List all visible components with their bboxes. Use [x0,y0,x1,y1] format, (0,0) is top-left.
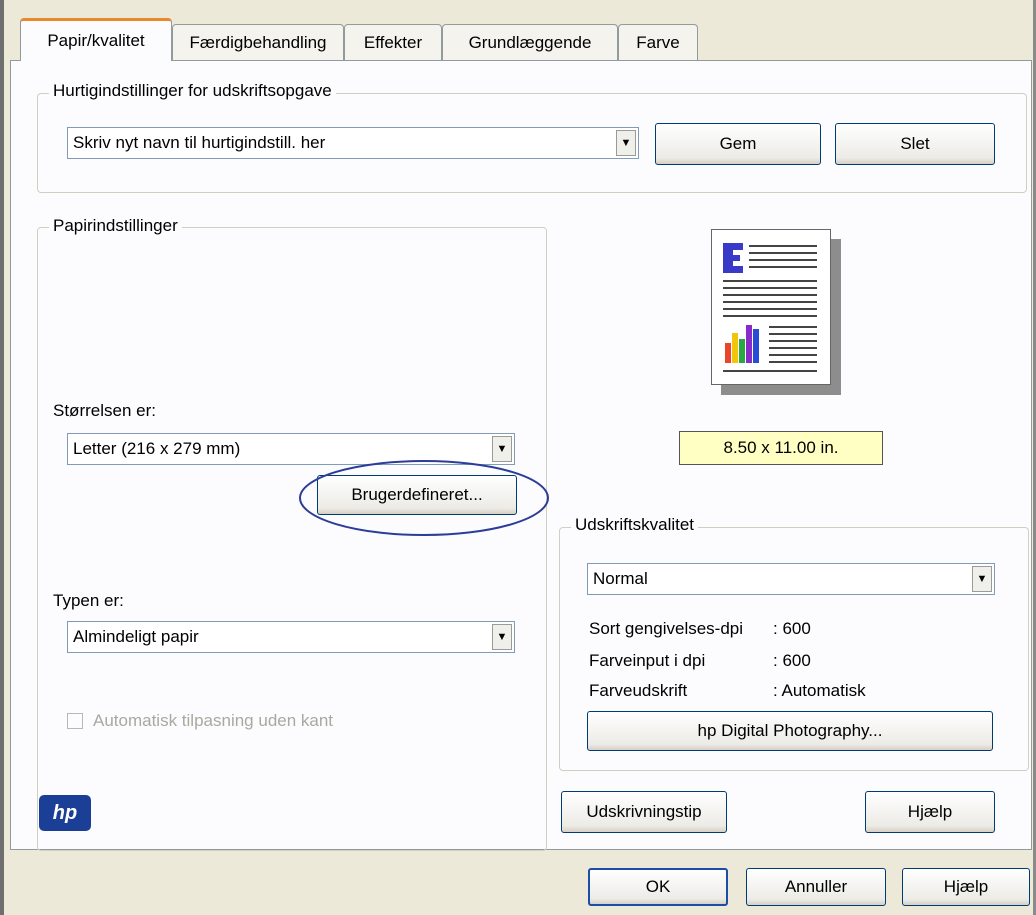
quick-settings-value: Skriv nyt navn til hurtigindstill. her [73,133,326,152]
dialog-help-button[interactable]: Hjælp [902,868,1030,906]
tab-page: Hurtigindstillinger for udskriftsopgave … [10,60,1032,851]
quality-row-value: : 600 [773,619,811,638]
type-label: Typen er: [53,591,124,610]
delete-button[interactable]: Slet [835,123,995,165]
page-preview-icon [711,229,831,385]
quality-row-key: Farveudskrift [589,681,688,700]
page-dimensions-text: 8.50 x 11.00 in. [723,438,839,457]
paper-settings-title: Papirindstillinger [49,216,182,236]
tab-grundlaeggende[interactable]: Grundlæggende [442,24,618,60]
paper-settings-group [37,227,547,851]
print-tips-button[interactable]: Udskrivningstip [561,791,727,833]
delete-button-label: Slet [900,134,930,153]
hp-digital-photography-button[interactable]: hp Digital Photography... [587,711,993,751]
chevron-down-icon[interactable]: ▼ [616,130,636,156]
quality-row-value: : Automatisk [773,681,866,700]
cancel-button-label: Annuller [784,877,848,896]
print-quality-combo[interactable]: Normal ▼ [587,563,995,595]
borderless-checkbox[interactable] [67,713,83,729]
cancel-button[interactable]: Annuller [746,868,886,906]
save-button-label: Gem [719,134,757,153]
help-button-label: Hjælp [907,802,953,821]
print-quality-title: Udskriftskvalitet [571,515,699,535]
tab-label: Færdigbehandling [189,32,327,52]
quick-settings-combo[interactable]: Skriv nyt navn til hurtigindstill. her ▼ [67,127,639,159]
tab-label: Grundlæggende [468,32,592,52]
tab-label: Effekter [363,32,423,52]
hp-digital-photography-label: hp Digital Photography... [697,721,883,740]
print-quality-value: Normal [593,569,648,588]
tab-farve[interactable]: Farve [618,24,698,60]
tab-faerdigbehandling[interactable]: Færdigbehandling [172,24,344,60]
chevron-down-icon[interactable]: ▼ [492,624,512,650]
chevron-down-icon[interactable]: ▼ [972,566,992,592]
save-button[interactable]: Gem [655,123,821,165]
help-button[interactable]: Hjælp [865,791,995,833]
tab-papir-kvalitet[interactable]: Papir/kvalitet [20,18,172,61]
quick-settings-title: Hurtigindstillinger for udskriftsopgave [49,81,336,101]
tab-effekter[interactable]: Effekter [344,24,442,60]
quality-row-key: Farveinput i dpi [589,651,706,670]
hp-logo: hp [39,795,91,831]
paper-type-value: Almindeligt papir [73,627,199,646]
quality-row-value: : 600 [773,651,811,670]
borderless-checkbox-label: Automatisk tilpasning uden kant [93,711,334,730]
hp-logo-text: hp [52,801,78,824]
page-dimensions-label: 8.50 x 11.00 in. [679,431,883,465]
tab-label: Papir/kvalitet [47,31,145,50]
annotation-circle [299,460,549,536]
dialog-help-label: Hjælp [943,877,989,896]
ok-button[interactable]: OK [588,868,728,906]
paper-size-value: Letter (216 x 279 mm) [73,439,241,458]
ok-button-label: OK [645,877,671,896]
size-label: Størrelsen er: [53,401,156,420]
print-tips-label: Udskrivningstip [586,802,702,821]
paper-type-combo[interactable]: Almindeligt papir ▼ [67,621,515,653]
tab-label: Farve [636,32,680,52]
quality-row-key: Sort gengivelses-dpi [589,619,744,638]
